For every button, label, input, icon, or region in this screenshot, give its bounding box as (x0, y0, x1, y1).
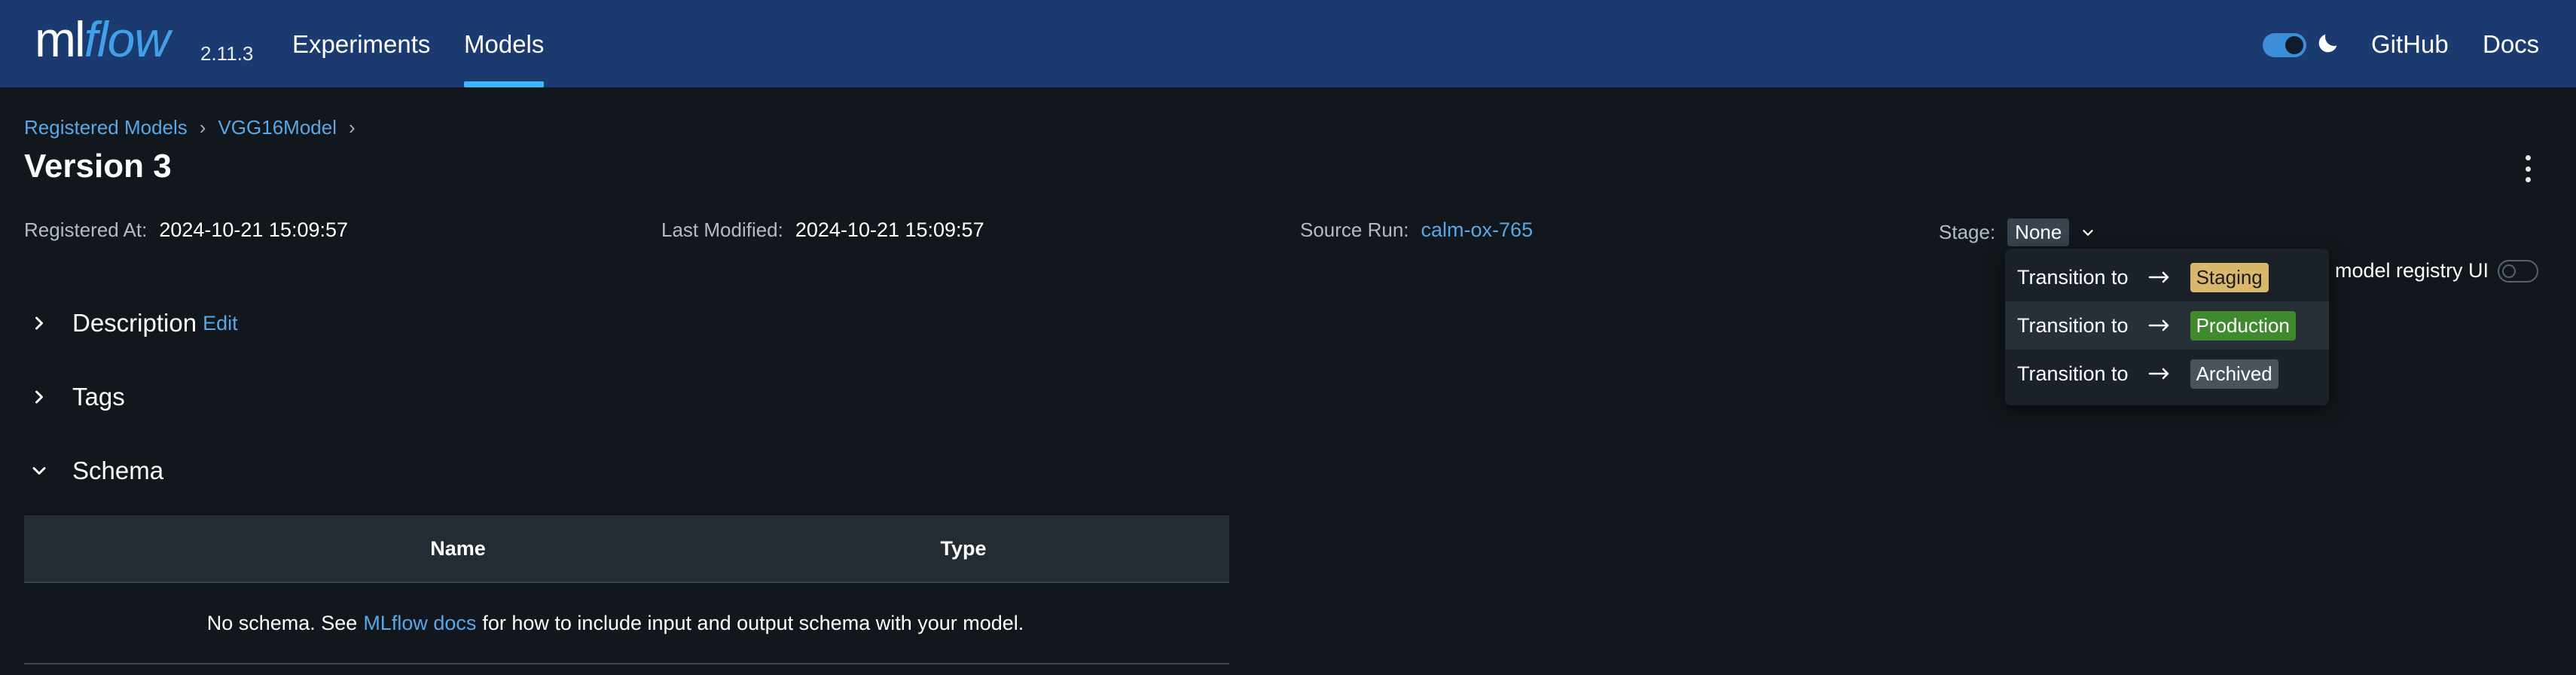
mlflow-logo[interactable]: ml flow (35, 11, 170, 68)
last-modified-label: Last Modified: (661, 218, 783, 241)
breadcrumb: Registered Models › VGG16Model › (24, 116, 368, 139)
chevron-right-icon (35, 316, 43, 330)
edit-description-link[interactable]: Edit (203, 312, 238, 335)
section-tags[interactable]: Tags (29, 383, 125, 411)
tags-heading: Tags (72, 383, 125, 411)
chevron-down-icon[interactable] (2080, 224, 2096, 241)
chevron-right-icon: › (348, 116, 356, 139)
stage-badge-production: Production (2190, 310, 2296, 341)
schema-empty-state: No schema. See MLflow docs for how to in… (24, 583, 1229, 664)
schema-heading: Schema (72, 457, 164, 484)
arrow-right-icon (2148, 319, 2169, 331)
source-run-link[interactable]: calm-ox-765 (1421, 218, 1534, 242)
chevron-right-icon (35, 390, 43, 404)
menu-item-transition-archived[interactable]: Transition to Archived (2005, 350, 2329, 398)
schema-empty-text-before: No schema. See (206, 611, 358, 634)
top-nav-bar: ml flow 2.11.3 Experiments Models GitHub… (0, 0, 2576, 87)
more-options-icon[interactable] (2520, 155, 2535, 182)
chevron-down-icon (32, 467, 46, 475)
menu-item-transition-production[interactable]: Transition to Production (2005, 301, 2329, 350)
stage-badge[interactable]: None (2007, 218, 2070, 246)
version-label: 2.11.3 (200, 42, 254, 65)
stage: Stage: None (1939, 218, 2096, 246)
stage-badge-archived: Archived (2190, 359, 2278, 389)
stage-badge-staging: Staging (2190, 262, 2269, 292)
chevron-right-icon: › (199, 116, 206, 139)
breadcrumb-model[interactable]: VGG16Model (218, 116, 337, 139)
last-modified-value: 2024-10-21 15:09:57 (795, 218, 984, 241)
column-header-name: Name (430, 536, 486, 560)
tab-experiments[interactable]: Experiments (292, 30, 430, 59)
schema-table-header: Name Type (24, 515, 1229, 583)
stage-transition-menu: Transition to Staging Transition to Prod… (2005, 249, 2329, 405)
new-registry-ui-toggle: model registry UI (2335, 259, 2539, 283)
toggle-knob (2285, 36, 2303, 54)
dark-mode-toggle[interactable] (2263, 33, 2306, 57)
arrow-right-icon (2148, 368, 2169, 380)
page-title: Version 3 (24, 148, 172, 185)
menu-item-transition-staging[interactable]: Transition to Staging (2005, 253, 2329, 301)
transition-label: Transition to (2017, 313, 2129, 337)
github-link[interactable]: GitHub (2371, 30, 2449, 59)
registered-at-value: 2024-10-21 15:09:57 (159, 218, 349, 241)
stage-label: Stage: (1939, 221, 1996, 243)
description-heading: Description (72, 309, 197, 337)
moon-icon (2318, 34, 2337, 53)
transition-label: Transition to (2017, 265, 2129, 289)
mlflow-docs-link[interactable]: MLflow docs (363, 612, 476, 635)
transition-label: Transition to (2017, 362, 2129, 385)
column-header-type: Type (940, 536, 987, 560)
registered-at: Registered At: 2024-10-21 15:09:57 (24, 218, 348, 242)
section-schema[interactable]: Schema (29, 457, 163, 485)
tab-models[interactable]: Models (464, 30, 544, 59)
arrow-right-icon (2148, 271, 2169, 283)
last-modified: Last Modified: 2024-10-21 15:09:57 (661, 218, 984, 242)
registered-at-label: Registered At: (24, 218, 148, 241)
schema-empty-text-after: for how to include input and output sche… (482, 611, 1024, 634)
registry-ui-switch[interactable] (2498, 259, 2539, 283)
breadcrumb-registered-models[interactable]: Registered Models (24, 116, 188, 139)
docs-link[interactable]: Docs (2483, 30, 2539, 59)
source-run: Source Run: calm-ox-765 (1300, 218, 1533, 242)
logo-flow-text: flow (84, 11, 170, 67)
source-run-label: Source Run: (1300, 218, 1409, 241)
active-tab-indicator (464, 81, 544, 87)
registry-toggle-label: model registry UI (2335, 259, 2489, 282)
logo-ml-text: ml (35, 11, 86, 67)
schema-table: Name Type No schema. See MLflow docs for… (24, 515, 1229, 664)
section-description[interactable]: Description Edit (29, 309, 238, 338)
